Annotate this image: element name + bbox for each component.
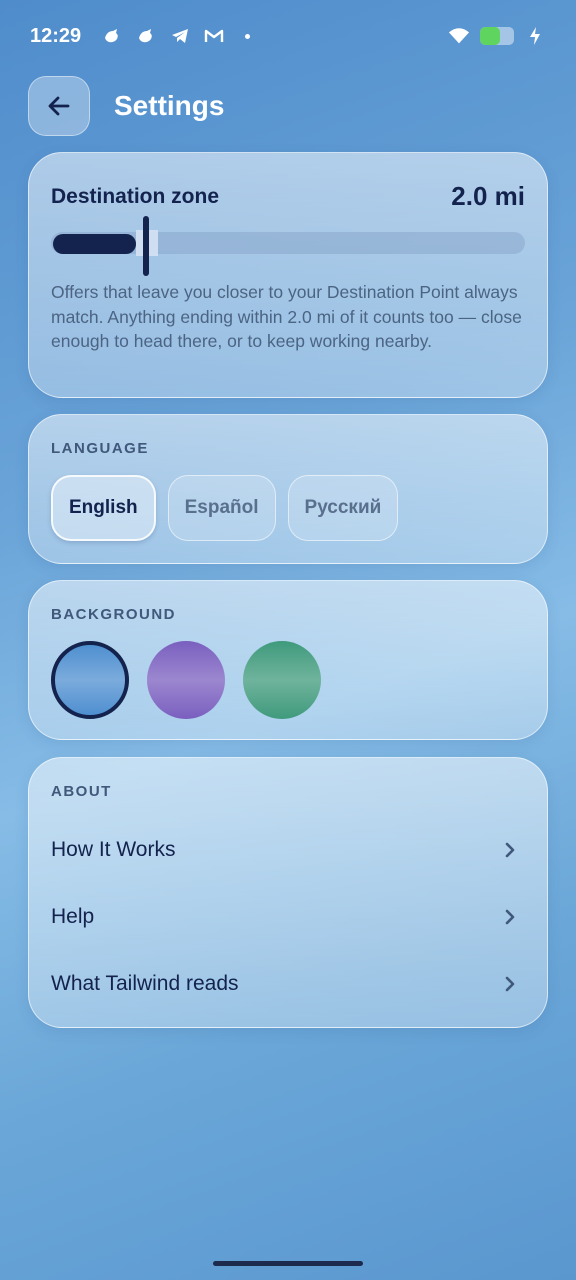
chevron-right-icon — [501, 908, 519, 926]
destination-zone-value: 2.0 mi — [451, 181, 525, 211]
about-item-label: What Tailwind reads — [51, 971, 239, 995]
header: Settings — [28, 76, 548, 136]
status-time: 12:29 — [30, 24, 82, 47]
about-label: ABOUT — [51, 783, 112, 800]
language-card: LANGUAGE English Español Русский — [28, 414, 548, 564]
slider-fill — [53, 234, 136, 254]
battery-fill — [480, 27, 501, 45]
gmail-icon — [203, 25, 225, 47]
about-card: ABOUT How It Works Help What Tailwind re… — [28, 757, 548, 1028]
language-options: English Español Русский — [51, 475, 525, 541]
slider-thumb[interactable] — [143, 216, 149, 276]
wifi-icon — [448, 25, 470, 47]
language-option-russian[interactable]: Русский — [287, 475, 399, 541]
dot-icon — [245, 33, 251, 39]
destination-zone-header: Destination zone 2.0 mi — [51, 181, 525, 212]
about-list: How It Works Help What Tailwind reads — [51, 816, 525, 1017]
arrow-left-icon — [48, 96, 70, 116]
telegram-icon — [169, 25, 191, 47]
about-item-help[interactable]: Help — [51, 883, 525, 950]
destination-zone-card: Destination zone 2.0 mi Offers that leav… — [28, 152, 548, 398]
background-swatch-purple[interactable] — [147, 641, 225, 719]
language-label: LANGUAGE — [51, 440, 149, 457]
background-swatch-green[interactable] — [243, 641, 321, 719]
background-card: BACKGROUND — [28, 580, 548, 740]
back-button[interactable] — [28, 76, 90, 136]
background-swatch-blue[interactable] — [51, 641, 129, 719]
chevron-right-icon — [501, 841, 519, 859]
home-indicator — [213, 1261, 363, 1266]
destination-zone-title: Destination zone — [51, 184, 220, 208]
about-item-what-tailwind-reads[interactable]: What Tailwind reads — [51, 950, 525, 1017]
battery-icon — [480, 27, 514, 45]
background-label: BACKGROUND — [51, 606, 176, 623]
status-bar: 12:29 — [0, 0, 576, 72]
language-option-espanol[interactable]: Español — [167, 475, 276, 541]
about-item-label: How It Works — [51, 837, 176, 861]
language-option-english[interactable]: English — [51, 475, 156, 541]
status-right — [448, 25, 546, 47]
about-item-label: Help — [51, 904, 95, 928]
bird-icon — [135, 25, 157, 47]
page-title: Settings — [114, 90, 225, 121]
background-swatches — [51, 641, 525, 719]
chevron-right-icon — [501, 975, 519, 993]
about-item-how-it-works[interactable]: How It Works — [51, 816, 525, 883]
charging-icon — [524, 25, 546, 47]
status-left: 12:29 — [30, 24, 251, 48]
bird-icon — [101, 25, 123, 47]
destination-zone-slider[interactable] — [51, 214, 525, 276]
destination-zone-description: Offers that leave you closer to your Des… — [51, 282, 522, 351]
